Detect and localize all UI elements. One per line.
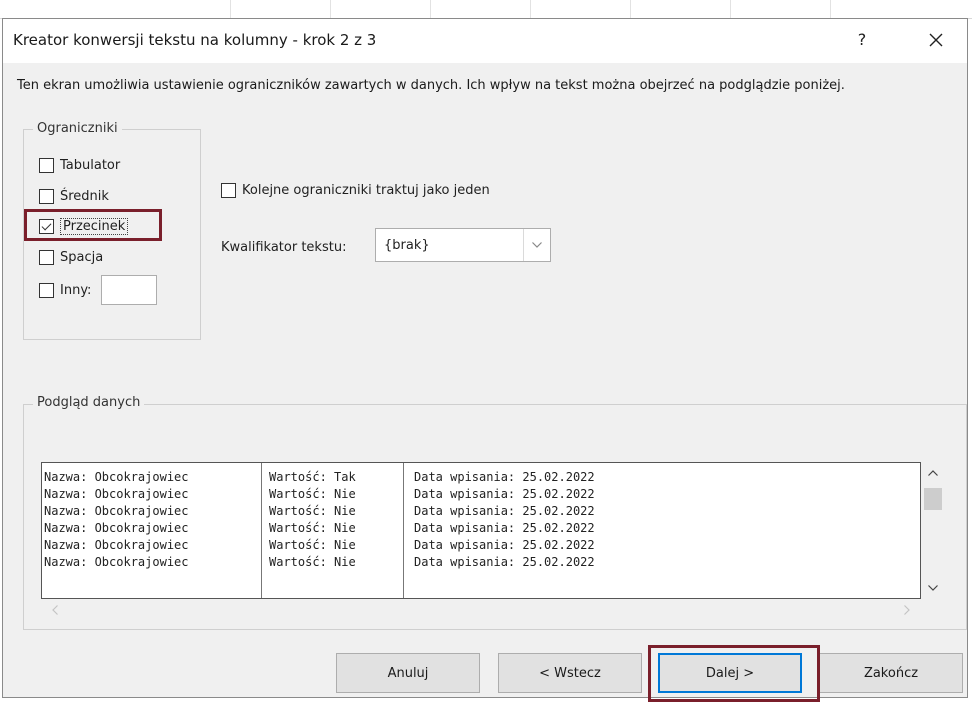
comma-highlight-annotation (24, 209, 162, 241)
other-label: Inny: (60, 282, 92, 298)
preview-cell: Data wpisania: 25.02.2022 (414, 521, 595, 535)
preview-cell: Data wpisania: 25.02.2022 (414, 487, 595, 501)
text-to-columns-dialog: Kreator konwersji tekstu na kolumny - kr… (2, 18, 968, 702)
preview-cell: Nazwa: Obcokrajowiec (44, 538, 189, 552)
data-preview-label: Podgląd danych (33, 395, 145, 410)
consecutive-checkbox[interactable] (221, 182, 236, 198)
close-button[interactable] (919, 25, 953, 55)
preview-row: Nazwa: Obcokrajowiec Wartość: Tak Data w… (42, 469, 920, 486)
title-bar: Kreator konwersji tekstu na kolumny - kr… (3, 19, 967, 63)
preview-cell: Nazwa: Obcokrajowiec (44, 470, 189, 484)
semicolon-checkbox[interactable] (39, 188, 54, 204)
preview-cell: Data wpisania: 25.02.2022 (414, 504, 595, 518)
tab-label: Tabulator (60, 157, 121, 173)
preview-cell: Nazwa: Obcokrajowiec (44, 487, 189, 501)
preview-cell: Nazwa: Obcokrajowiec (44, 504, 189, 518)
chevron-down-icon[interactable] (523, 229, 550, 261)
other-delimiter-input[interactable] (101, 275, 158, 305)
preview-cell: Data wpisania: 25.02.2022 (414, 555, 595, 569)
preview-cell: Wartość: Nie (269, 555, 356, 569)
delimiter-other-option[interactable]: Inny: (39, 275, 158, 305)
scroll-left-icon[interactable] (45, 599, 65, 621)
preview-row: Nazwa: Obcokrajowiec Wartość: Nie Data w… (42, 520, 920, 537)
background-spreadsheet-strip (0, 0, 972, 19)
text-qualifier-label: Kwalifikator tekstu: (221, 240, 347, 255)
delimiters-group-label: Ograniczniki (33, 121, 122, 136)
finish-button[interactable]: Zakończ (819, 653, 963, 693)
preview-cell: Nazwa: Obcokrajowiec (44, 521, 189, 535)
back-button[interactable]: < Wstecz (498, 653, 642, 693)
preview-cell: Wartość: Tak (269, 470, 356, 484)
scroll-up-icon[interactable] (921, 462, 945, 484)
scroll-thumb[interactable] (924, 488, 942, 510)
space-label: Spacja (60, 249, 104, 265)
preview-horizontal-scrollbar[interactable] (41, 599, 921, 621)
text-qualifier-value: {brak} (384, 238, 430, 253)
close-icon (929, 33, 943, 47)
preview-cell: Wartość: Nie (269, 521, 356, 535)
preview-cell: Nazwa: Obcokrajowiec (44, 555, 189, 569)
preview-row: Nazwa: Obcokrajowiec Wartość: Nie Data w… (42, 537, 920, 554)
consecutive-label: Kolejne ograniczniki traktuj jako jeden (242, 182, 490, 198)
delimiter-tab-option[interactable]: Tabulator (39, 154, 120, 176)
tab-checkbox[interactable] (39, 157, 54, 173)
consecutive-delimiters-option[interactable]: Kolejne ograniczniki traktuj jako jeden (221, 179, 490, 201)
preview-row: Nazwa: Obcokrajowiec Wartość: Nie Data w… (42, 486, 920, 503)
cancel-button[interactable]: Anuluj (336, 653, 480, 693)
delimiter-semicolon-option[interactable]: Średnik (39, 185, 109, 207)
preview-cell: Wartość: Nie (269, 504, 356, 518)
preview-cell: Data wpisania: 25.02.2022 (414, 538, 595, 552)
other-checkbox[interactable] (39, 282, 54, 298)
preview-cell: Data wpisania: 25.02.2022 (414, 470, 595, 484)
dialog-title: Kreator konwersji tekstu na kolumny - kr… (13, 31, 377, 49)
preview-cell: Wartość: Nie (269, 487, 356, 501)
next-highlight-annotation (648, 645, 820, 702)
help-button[interactable]: ? (845, 25, 879, 55)
semicolon-label: Średnik (60, 188, 109, 204)
step-description: Ten ekran umożliwia ustawienie ograniczn… (17, 78, 845, 93)
data-preview-box[interactable]: Nazwa: Obcokrajowiec Wartość: Tak Data w… (41, 462, 921, 599)
delimiter-space-option[interactable]: Spacja (39, 246, 103, 268)
preview-vertical-scrollbar[interactable] (921, 462, 945, 599)
preview-row: Nazwa: Obcokrajowiec Wartość: Nie Data w… (42, 503, 920, 520)
scroll-down-icon[interactable] (921, 577, 945, 599)
scroll-right-icon[interactable] (897, 599, 917, 621)
text-qualifier-select[interactable]: {brak} (375, 228, 551, 262)
space-checkbox[interactable] (39, 249, 54, 265)
preview-cell: Wartość: Nie (269, 538, 356, 552)
preview-row: Nazwa: Obcokrajowiec Wartość: Nie Data w… (42, 554, 920, 571)
